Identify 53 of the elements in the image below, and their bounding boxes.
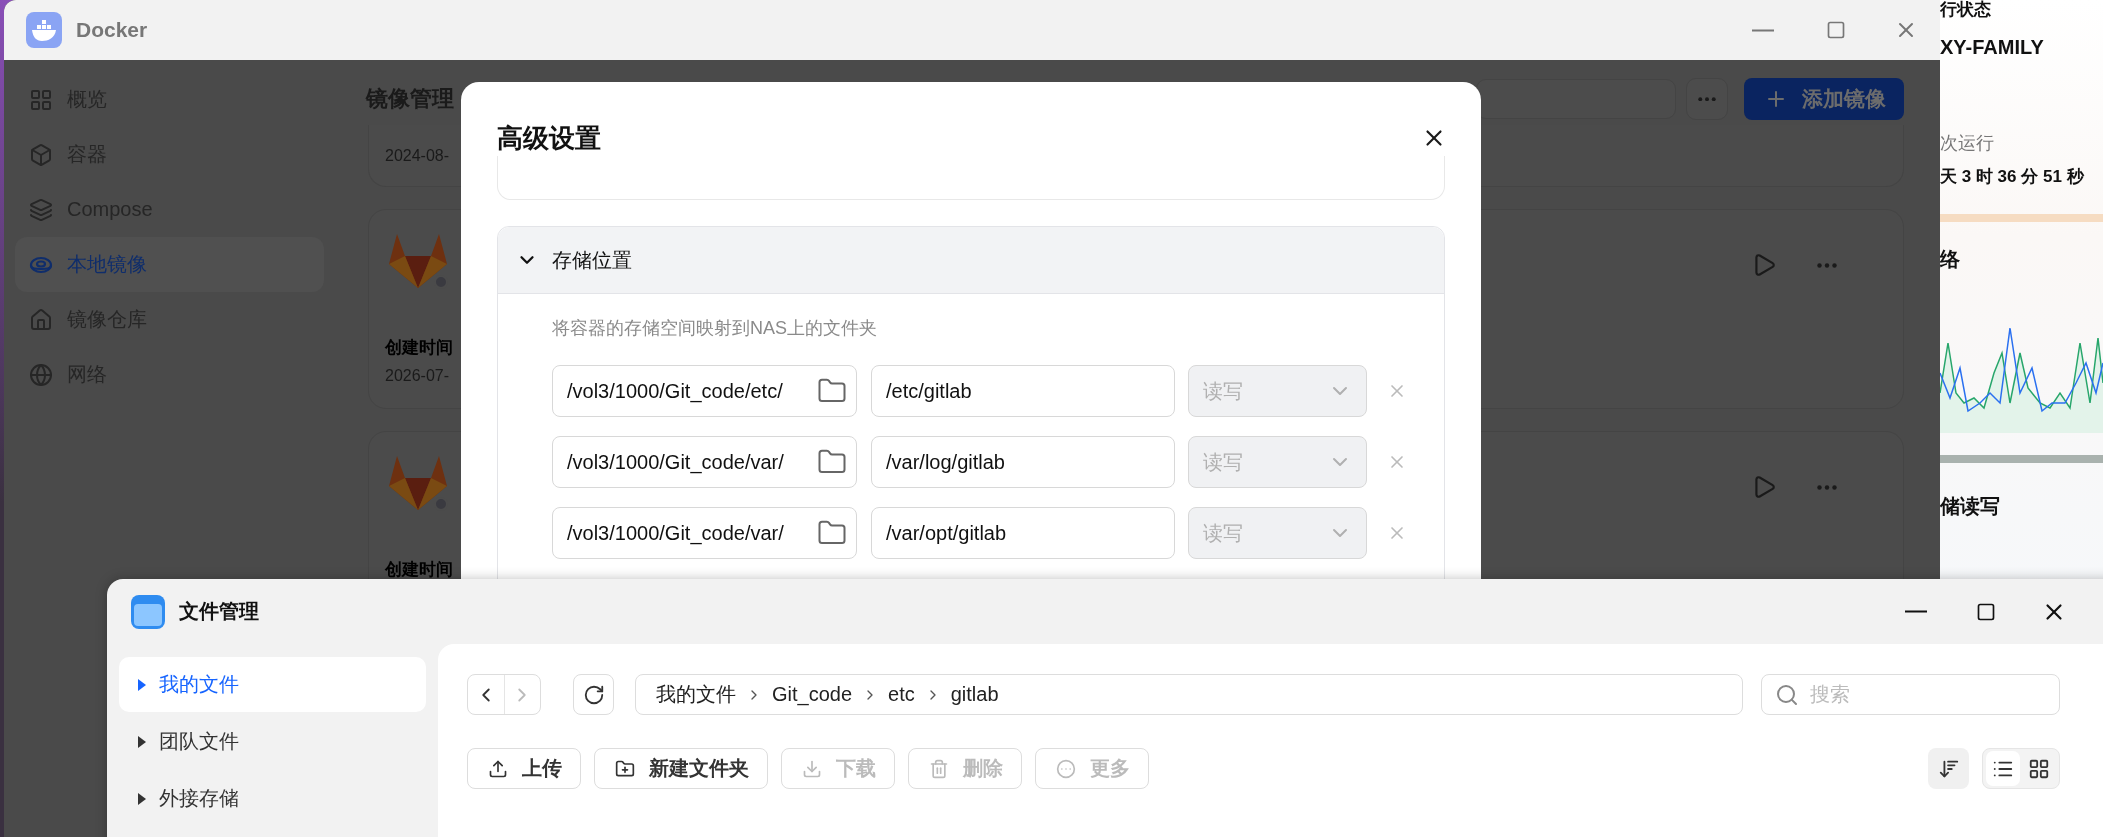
refresh-button[interactable] [573,674,614,715]
ellipsis-icon [1056,758,1076,779]
more-button[interactable] [1817,262,1837,268]
folder-app-icon [131,594,165,629]
sidebar-item[interactable]: 外接存储 [119,771,426,826]
window-title: 文件管理 [179,599,259,624]
grid-icon [2028,757,2050,780]
uptime-label: 次运行 [1940,132,1995,155]
created-label: 创建时间 [385,337,453,359]
download-icon [802,758,822,779]
breadcrumb-item[interactable]: Git_code [772,683,853,706]
search-field[interactable] [1476,79,1676,119]
widget-title: 行状态 [1940,0,1992,20]
caret-icon [137,791,147,806]
toolbar-button[interactable]: 上传 [467,748,581,789]
caret-icon [137,734,147,749]
uptime-value: 天 3 时 36 分 51 秒 [1940,166,2085,188]
network-title: 络 [1940,247,1961,272]
maximize-icon [1976,601,1996,622]
whale-logo-icon [26,12,62,48]
minimize-icon [1905,610,1927,613]
refresh-icon [582,683,605,706]
ellipsis-icon [1817,484,1837,490]
toolbar-button[interactable]: 新建文件夹 [594,748,768,789]
sidebar-item[interactable]: 我的文件 [119,657,426,712]
section-description: 将容器的存储空间映射到NAS上的文件夹 [552,317,877,340]
minimize-icon [1752,28,1774,32]
storage-title: 储读写 [1940,494,2001,519]
search-icon [1775,683,1799,707]
globe-icon [29,362,53,387]
cube-icon [29,142,53,167]
breadcrumb-item[interactable]: etc [888,683,915,706]
trash-icon [929,758,949,779]
ellipsis-icon [1817,262,1837,268]
layers-icon [29,197,53,222]
maximize-icon [1826,20,1846,40]
list-view-button[interactable] [1986,751,2020,786]
breadcrumb-item[interactable]: 我的文件 [656,681,736,708]
house-icon [29,307,53,332]
upload-icon [488,758,508,779]
more-button[interactable] [1817,484,1837,490]
created-label: 创建时间 [385,559,453,581]
ellipsis-icon [1698,96,1716,102]
section-header[interactable]: 存储位置 [498,227,1444,294]
sort-button[interactable] [1928,748,1969,789]
caret-icon [137,677,147,692]
breadcrumb-item[interactable]: gitlab [950,683,999,706]
sidebar-item[interactable]: 团队文件 [119,714,426,769]
device-name: XY-FAMILY [1940,36,2045,59]
dialog-title: 高级设置 [497,121,601,155]
window-title: Docker [76,18,148,42]
grid-icon [29,87,53,112]
folder-plus-icon [615,758,635,779]
